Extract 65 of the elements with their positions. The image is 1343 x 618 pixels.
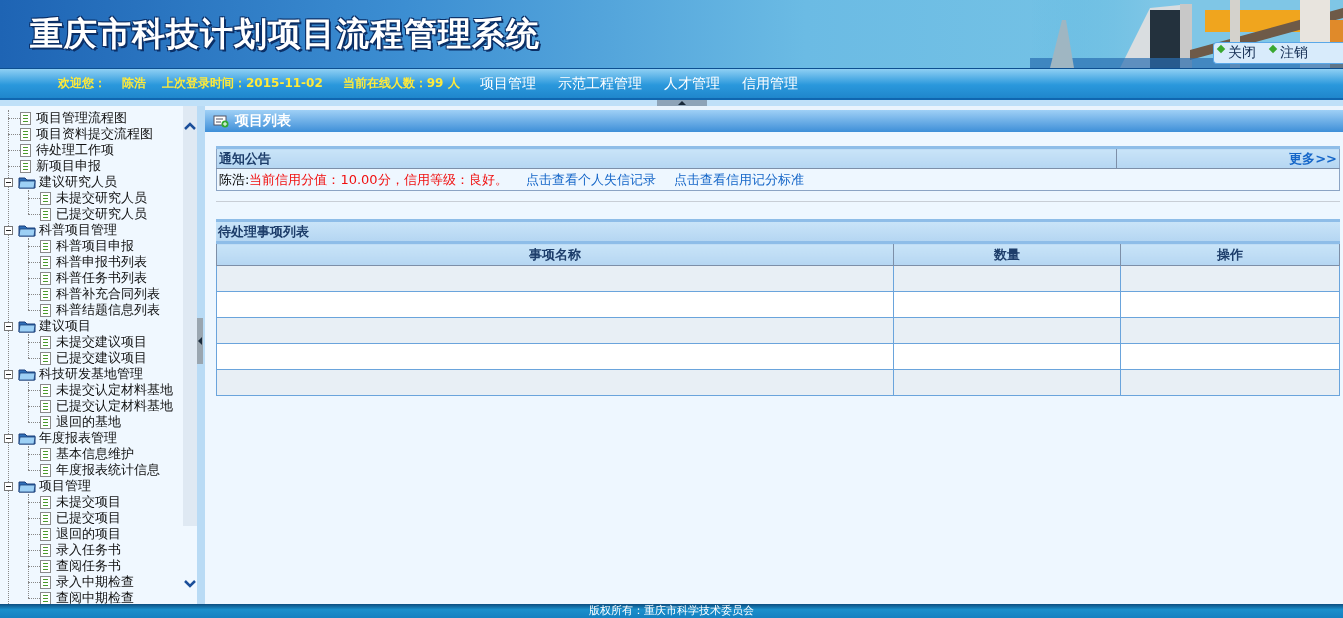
tree-item[interactable]: 查阅中期检查 (40, 590, 134, 604)
collapse-icon[interactable] (4, 321, 13, 331)
table-title: 待处理事项列表 (216, 219, 1340, 241)
tree-item[interactable]: 科普结题信息列表 (40, 302, 160, 318)
tree-folder[interactable]: 科技研发基地管理 (13, 366, 143, 382)
collapse-icon[interactable] (4, 225, 13, 235)
column-header: 操作 (1120, 242, 1340, 266)
folder-icon (18, 431, 36, 445)
scroll-up-icon[interactable] (184, 122, 196, 130)
user-name: 陈浩: (219, 171, 250, 187)
tree-item[interactable]: 未提交建议项目 (40, 334, 147, 350)
tree-item[interactable]: 新项目申报 (20, 158, 101, 174)
notice-link[interactable]: 点击查看信用记分标准 (673, 171, 804, 187)
tree-item[interactable]: 查阅任务书 (40, 558, 121, 574)
folder-icon (18, 367, 36, 381)
collapse-icon[interactable] (4, 481, 13, 491)
tree-item[interactable]: 已提交项目 (40, 510, 121, 526)
more-link[interactable]: 更多>> (1289, 150, 1337, 166)
tree-folder[interactable]: 项目管理 (13, 478, 91, 494)
panel-title: 项目列表 (235, 112, 291, 130)
folder-icon (18, 319, 36, 333)
tree-item[interactable]: 科普申报书列表 (40, 254, 147, 270)
tree-item[interactable]: 未提交研究人员 (40, 190, 147, 206)
tree-item[interactable]: 已提交建议项目 (40, 350, 147, 366)
collapse-icon[interactable] (4, 433, 13, 443)
tree-folder[interactable]: 建议项目 (13, 318, 91, 334)
header-action-button[interactable]: 注销 (1268, 44, 1310, 62)
credit-status-text: 当前信用分值：10.00分，信用等级：良好。 (249, 171, 508, 187)
column-header: 事项名称 (216, 242, 894, 266)
tree-item[interactable]: 已提交认定材料基地 (40, 398, 173, 414)
folder-icon (18, 175, 36, 189)
system-title: 重庆市科技计划项目流程管理系统 (30, 12, 540, 55)
tree-item[interactable]: 录入中期检查 (40, 574, 134, 590)
folder-icon (18, 223, 36, 237)
tree-item[interactable]: 退回的基地 (40, 414, 121, 430)
column-header: 数量 (893, 242, 1121, 266)
tree-item[interactable]: 科普任务书列表 (40, 270, 147, 286)
tree-folder[interactable]: 建议研究人员 (13, 174, 117, 190)
tree-item[interactable]: 录入任务书 (40, 542, 121, 558)
tree-item[interactable]: 退回的项目 (40, 526, 121, 542)
list-add-icon (213, 114, 229, 128)
tree-item[interactable]: 未提交认定材料基地 (40, 382, 173, 398)
folder-icon (18, 479, 36, 493)
notice-heading: 通知公告 (216, 147, 1117, 169)
welcome-label: 欢迎您： (58, 75, 106, 92)
tree-item[interactable]: 项目管理流程图 (20, 110, 127, 126)
tree-folder[interactable]: 科普项目管理 (13, 222, 117, 238)
tree-item[interactable]: 项目资料提交流程图 (20, 126, 153, 142)
tree-item[interactable]: 年度报表统计信息 (40, 462, 160, 478)
header-action-button[interactable]: 关闭 (1216, 44, 1258, 62)
tree-item[interactable]: 科普补充合同列表 (40, 286, 160, 302)
tree-item[interactable]: 未提交项目 (40, 494, 121, 510)
collapse-icon[interactable] (4, 177, 13, 187)
last-login-text: 上次登录时间：2015-11-02 (162, 75, 323, 92)
tree-item[interactable]: 待处理工作项 (20, 142, 114, 158)
copyright-text: 版权所有：重庆市科学技术委员会 (589, 605, 754, 617)
tree-folder[interactable]: 年度报表管理 (13, 430, 117, 446)
online-count-text: 当前在线人数：99 人 (342, 75, 460, 92)
scroll-down-icon[interactable] (184, 580, 196, 588)
tree-item[interactable]: 基本信息维护 (40, 446, 134, 462)
collapse-icon[interactable] (4, 369, 13, 379)
notice-link[interactable]: 点击查看个人失信记录 (525, 171, 656, 187)
user-name: 陈浩 (122, 75, 146, 92)
tree-item[interactable]: 科普项目申报 (40, 238, 134, 254)
tree-item[interactable]: 已提交研究人员 (40, 206, 147, 222)
